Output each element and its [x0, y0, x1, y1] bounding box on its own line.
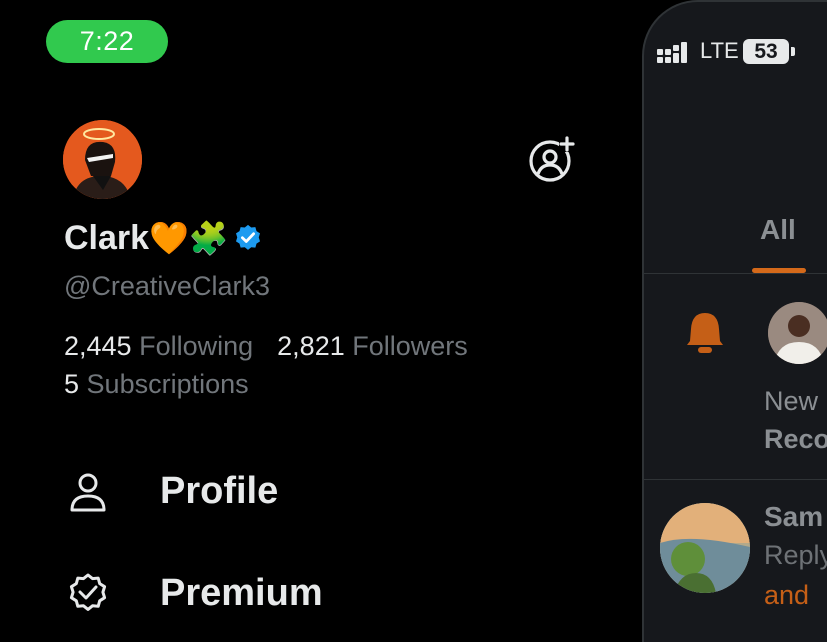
following-count: 2,445	[64, 331, 132, 361]
notification-text-line1: New	[764, 386, 819, 416]
name-emojis: 🧡🧩	[149, 220, 229, 256]
subscriptions-stat[interactable]: 5 Subscriptions	[64, 369, 249, 400]
tab-all[interactable]: All	[760, 214, 796, 246]
notification-avatar-image	[768, 302, 827, 364]
follow-stats: 2,445 Following 2,821 Followers	[64, 331, 492, 362]
reply-mention: and	[764, 580, 810, 610]
following-stat[interactable]: 2,445 Following	[64, 331, 253, 362]
menu-label-profile: Profile	[160, 470, 279, 512]
reply-author-name: Sam	[764, 501, 824, 532]
following-label: Following	[139, 331, 254, 361]
profile-handle: @CreativeClark3	[64, 271, 270, 301]
subscriptions-label: Subscriptions	[86, 369, 249, 399]
menu-item-premium[interactable]: Premium	[66, 572, 323, 616]
followers-count: 2,821	[277, 331, 345, 361]
notification-text-line2: Reco	[764, 424, 827, 454]
avatar-illustration	[63, 120, 142, 199]
status-time: 7:22	[79, 26, 135, 56]
profile-name: Clark	[64, 218, 150, 257]
reply-subtext: Reply	[764, 540, 827, 570]
notification-divider	[644, 479, 827, 480]
reply-avatar[interactable]	[660, 503, 750, 593]
reply-avatar-image	[660, 503, 750, 593]
add-account-icon[interactable]	[527, 134, 577, 184]
subscriptions-count: 5	[64, 369, 80, 399]
notification-avatar[interactable]	[768, 302, 827, 364]
battery-level: 53	[754, 40, 778, 63]
carrier-label: LTE	[700, 38, 739, 63]
battery-nub	[791, 47, 795, 56]
profile-name-row: Clark 🧡🧩	[64, 216, 263, 260]
avatar[interactable]	[63, 120, 142, 199]
followers-label: Followers	[352, 331, 468, 361]
premium-badge-icon	[69, 573, 107, 611]
person-icon	[70, 473, 106, 512]
menu-item-profile[interactable]: Profile	[66, 470, 278, 514]
verified-badge-icon[interactable]	[233, 223, 263, 253]
status-time-pill: 7:22	[46, 20, 168, 63]
bell-icon	[687, 313, 723, 353]
followers-stat[interactable]: 2,821 Followers	[277, 331, 468, 362]
notifications-panel: LTE 53 All New Reco Sam Reply and	[642, 0, 827, 642]
menu-label-premium: Premium	[160, 572, 323, 614]
signal-strength-icon	[657, 42, 687, 63]
tabs-divider	[644, 273, 827, 274]
battery-icon: 53	[743, 39, 789, 64]
